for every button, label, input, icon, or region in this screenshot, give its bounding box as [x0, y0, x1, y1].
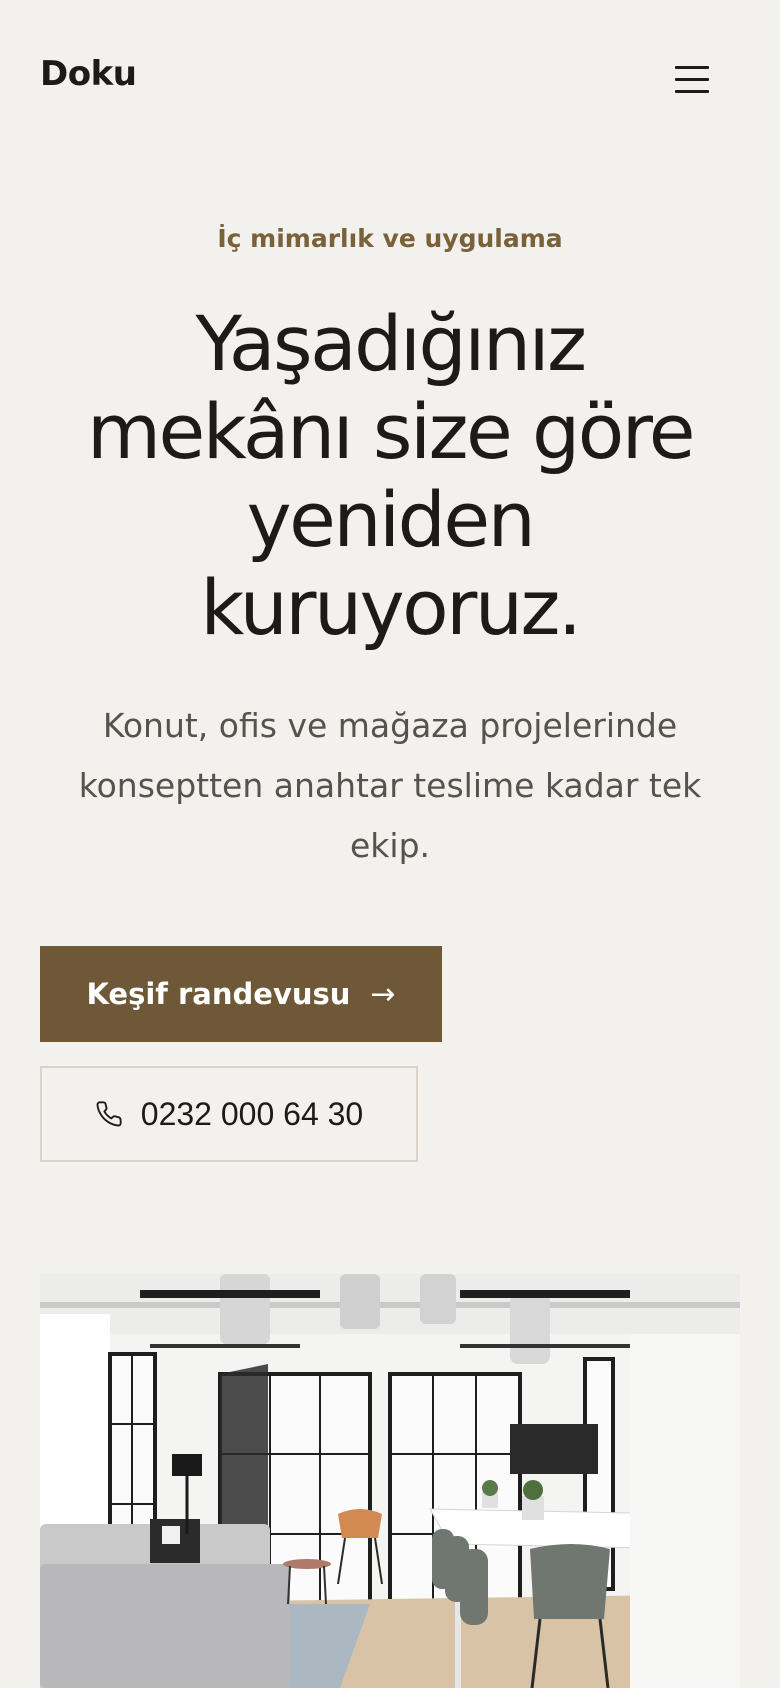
phone-number-label: 0232 000 64 30 [140, 1095, 364, 1132]
menu-line [675, 66, 709, 69]
phone-call-button[interactable]: 0232 000 64 30 [40, 1066, 418, 1162]
office-interior-illustration [40, 1274, 740, 1688]
hero-eyebrow: İç mimarlık ve uygulama [217, 224, 563, 253]
discovery-appointment-label: Keşif randevusu [86, 977, 351, 1011]
site-logo[interactable]: Doku [40, 54, 137, 94]
menu-line [675, 90, 709, 93]
menu-line [675, 78, 709, 81]
hero-headline: Yaşadığınız mekânı size göre yeniden kur… [86, 299, 696, 652]
phone-icon [96, 1101, 122, 1127]
bright-office-interior-photo [40, 1274, 740, 1688]
arrow-right-icon: → [370, 976, 396, 1012]
hamburger-menu-icon[interactable] [672, 60, 712, 96]
site-header: Doku [0, 0, 780, 160]
discovery-appointment-button[interactable]: Keşif randevusu → [40, 946, 442, 1042]
hero-lede: Konut, ofis ve mağaza projelerinde konse… [78, 706, 702, 865]
